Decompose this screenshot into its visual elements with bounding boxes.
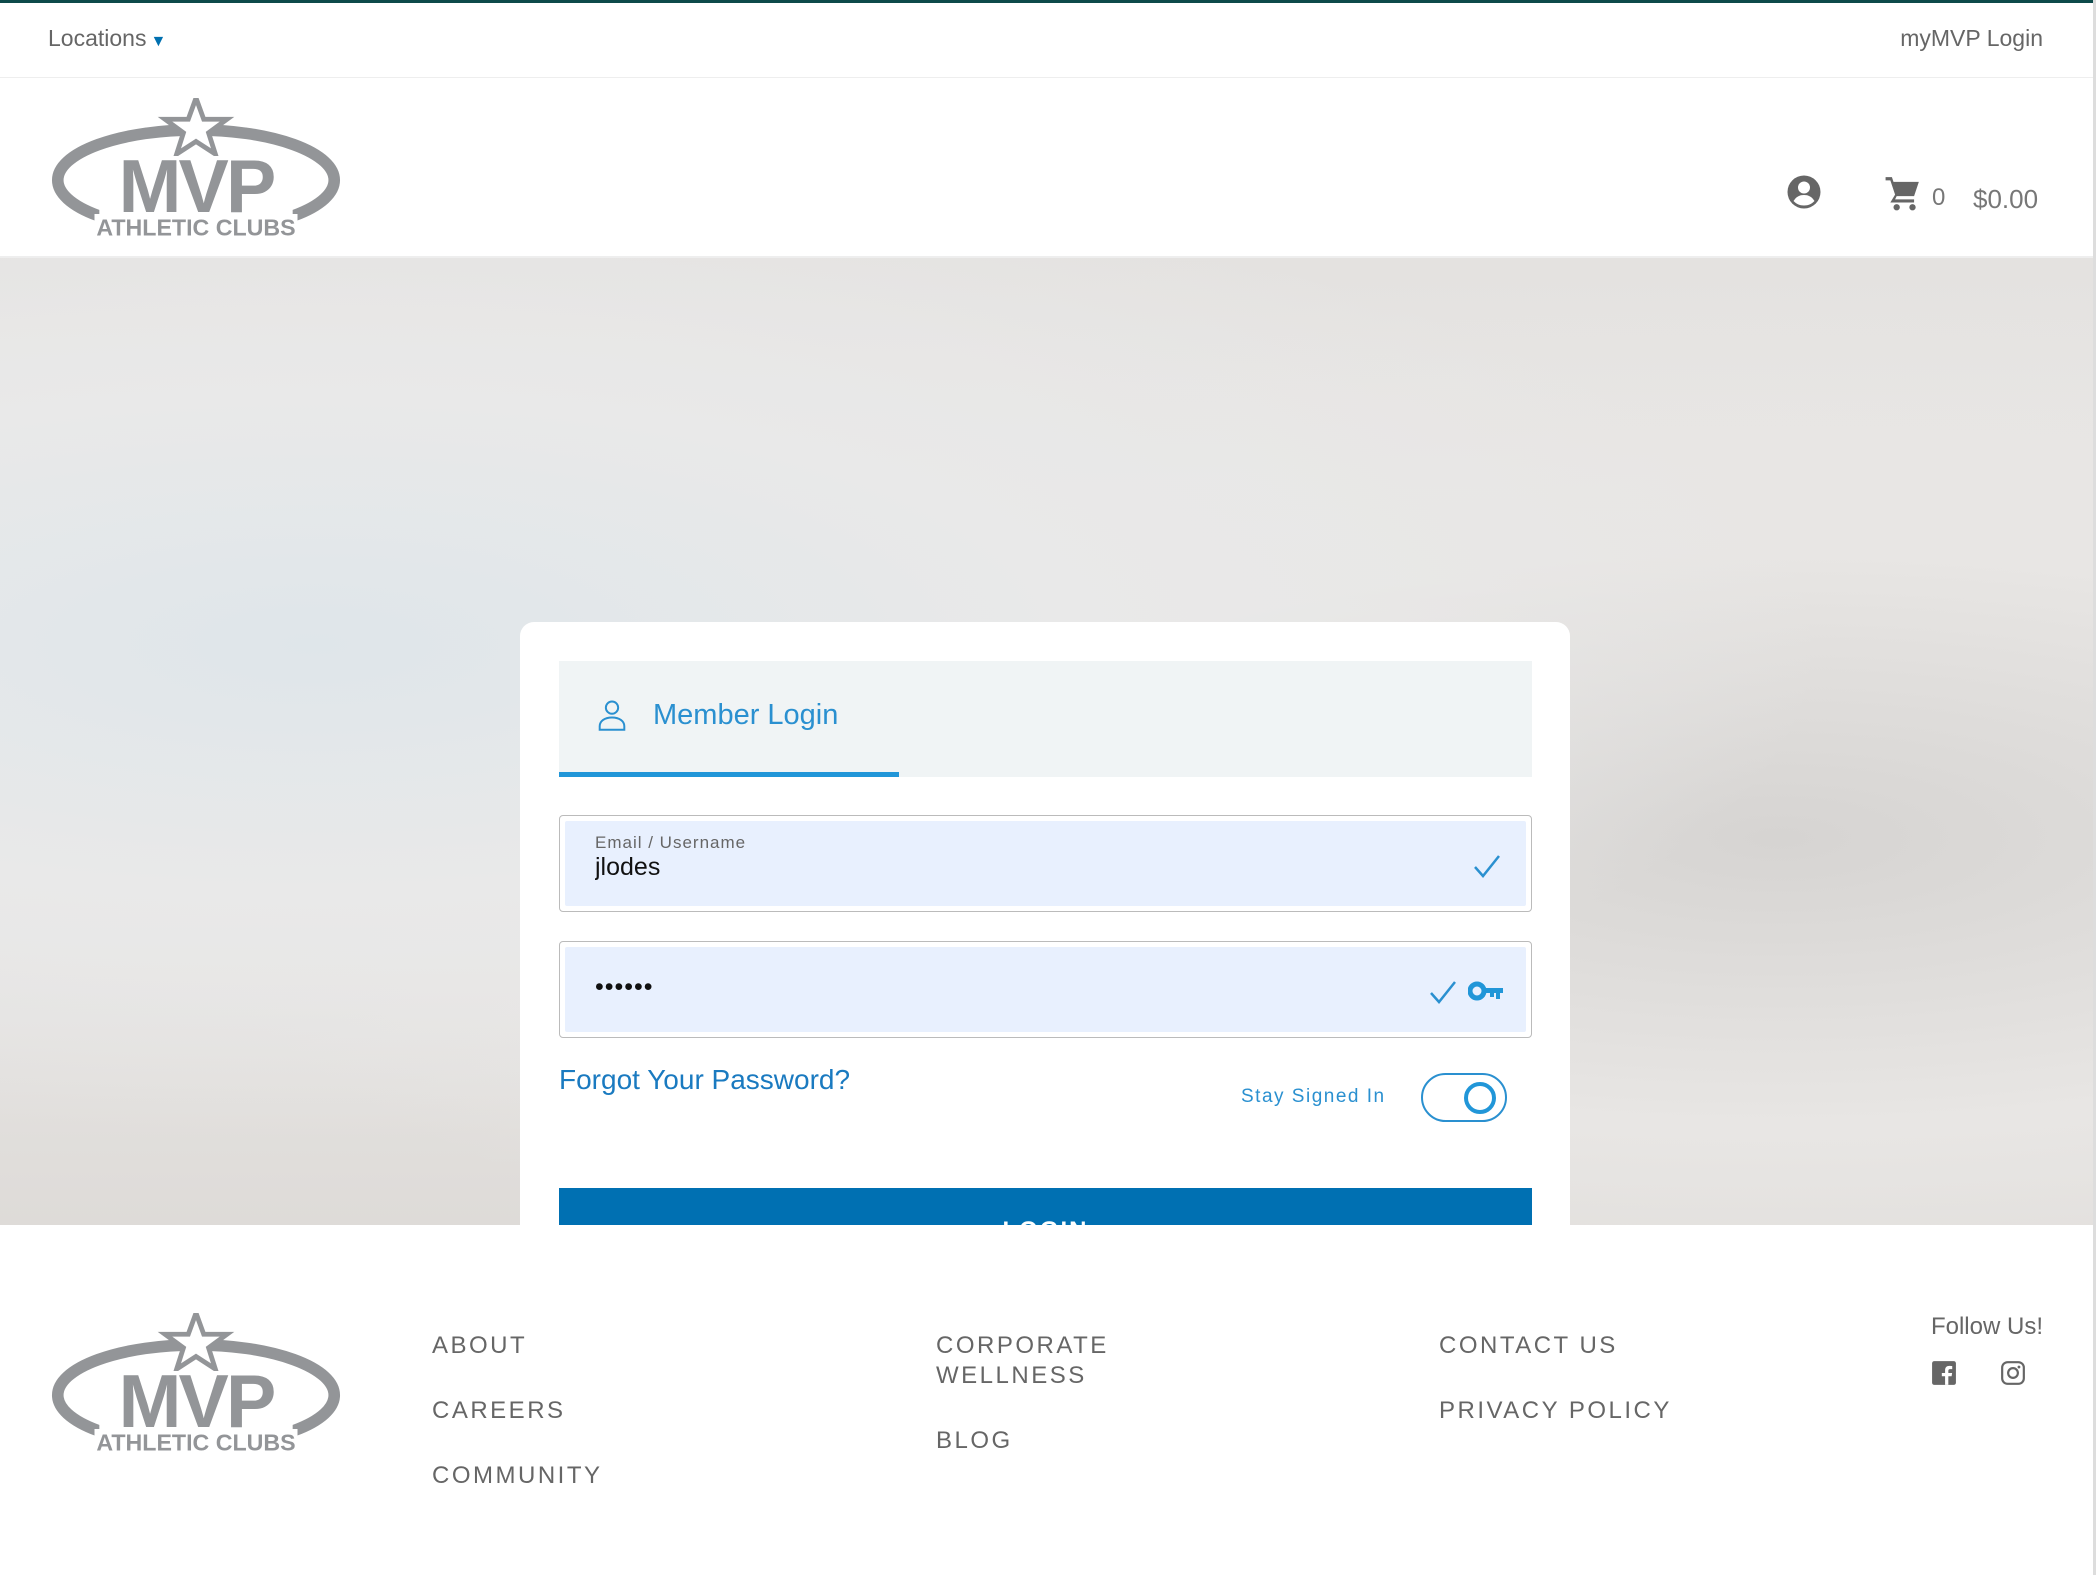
locations-dropdown[interactable]: Locations ▼ xyxy=(48,25,166,52)
instagram-icon[interactable] xyxy=(2000,1360,2026,1386)
footer-link-corporate-wellness[interactable]: CORPORATE WELLNESS xyxy=(936,1331,1156,1391)
hero-background: Member Login Email / Username •••••• For… xyxy=(0,258,2093,1378)
user-icon xyxy=(598,700,626,731)
password-field[interactable]: •••••• xyxy=(559,941,1532,1038)
tab-member-login[interactable]: Member Login xyxy=(559,661,899,777)
check-icon xyxy=(1474,855,1500,878)
forgot-password-link[interactable]: Forgot Your Password? xyxy=(559,1064,850,1096)
footer-link-about[interactable]: ABOUT xyxy=(432,1331,527,1361)
site-header: 0 $0.00 xyxy=(0,78,2093,258)
footer-link-careers[interactable]: CAREERS xyxy=(432,1396,566,1426)
footer-link-blog[interactable]: BLOG xyxy=(936,1426,1013,1456)
follow-us-label: Follow Us! xyxy=(1930,1313,2043,1340)
mymvp-login-link[interactable]: myMVP Login xyxy=(1900,25,2043,52)
footer-link-contact-us[interactable]: CONTACT US xyxy=(1439,1331,1618,1361)
check-icon xyxy=(1430,981,1456,1004)
footer-mvp-logo[interactable] xyxy=(46,1313,346,1458)
password-input[interactable]: •••••• xyxy=(595,973,1395,1002)
caret-down-icon: ▼ xyxy=(150,33,167,50)
email-field[interactable]: Email / Username xyxy=(559,815,1532,912)
account-icon[interactable] xyxy=(1786,174,1822,210)
facebook-icon[interactable] xyxy=(1931,1360,1957,1386)
stay-signed-in-toggle[interactable] xyxy=(1421,1073,1507,1122)
mvp-logo[interactable] xyxy=(46,98,346,243)
footer-link-community[interactable]: COMMUNITY xyxy=(432,1461,602,1491)
cart-icon[interactable] xyxy=(1884,174,1922,212)
stay-signed-in-label: Stay Signed In xyxy=(1241,1086,1386,1107)
toggle-knob xyxy=(1464,1082,1496,1114)
login-tabs: Member Login xyxy=(559,661,1532,777)
cart-count: 0 xyxy=(1932,184,1946,211)
key-icon[interactable] xyxy=(1468,980,1504,1002)
cart-total: $0.00 xyxy=(1973,184,2039,214)
footer-link-privacy-policy[interactable]: PRIVACY POLICY xyxy=(1439,1396,1672,1426)
site-footer: ABOUT CAREERS COMMUNITY CORPORATE WELLNE… xyxy=(0,1225,2093,1575)
email-input[interactable] xyxy=(595,853,1395,882)
top-bar: Locations ▼ myMVP Login xyxy=(0,0,2093,78)
